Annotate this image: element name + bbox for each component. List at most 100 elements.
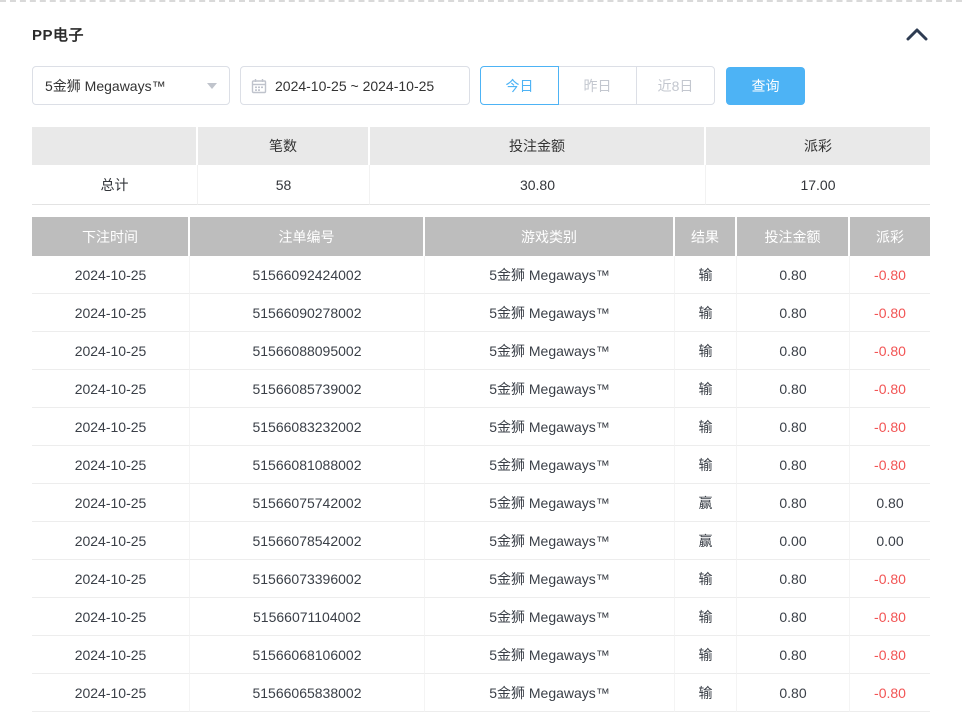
cell-result: 输	[675, 636, 737, 674]
summary-header-row: 笔数 投注金额 派彩	[32, 127, 930, 165]
table-row: 2024-10-25 51566085739002 5金狮 Megaways™ …	[32, 370, 930, 408]
cell-bet-time: 2024-10-25	[32, 294, 190, 332]
cell-bet-time: 2024-10-25	[32, 674, 190, 712]
summary-total-row: 总计 58 30.80 17.00	[32, 165, 930, 205]
cell-game-type: 5金狮 Megaways™	[425, 598, 675, 636]
cell-payout: 0.80	[850, 484, 930, 522]
cell-game-type: 5金狮 Megaways™	[425, 674, 675, 712]
yesterday-button[interactable]: 昨日	[558, 66, 637, 105]
chevron-up-icon	[906, 27, 928, 41]
cell-bet-amount: 0.80	[737, 484, 850, 522]
header-order-number: 注单编号	[190, 217, 425, 256]
table-row: 2024-10-25 51566081088002 5金狮 Megaways™ …	[32, 446, 930, 484]
cell-payout: -0.80	[850, 332, 930, 370]
cell-order-number: 51566090278002	[190, 294, 425, 332]
cell-payout: -0.80	[850, 674, 930, 712]
cell-result: 输	[675, 408, 737, 446]
cell-order-number: 51566078542002	[190, 522, 425, 560]
table-row: 2024-10-25 51566088095002 5金狮 Megaways™ …	[32, 332, 930, 370]
cell-order-number: 51566085739002	[190, 370, 425, 408]
search-button[interactable]: 查询	[726, 67, 805, 105]
cell-bet-time: 2024-10-25	[32, 522, 190, 560]
cell-order-number: 51566083232002	[190, 408, 425, 446]
bet-table-header-row: 下注时间 注单编号 游戏类别 结果 投注金额 派彩	[32, 217, 930, 256]
table-row: 2024-10-25 51566075742002 5金狮 Megaways™ …	[32, 484, 930, 522]
toolbar: 5金狮 Megaways™ 2024-10-25 ~ 2024-10-25	[32, 66, 930, 105]
cell-order-number: 51566088095002	[190, 332, 425, 370]
cell-payout: -0.80	[850, 560, 930, 598]
cell-order-number: 51566092424002	[190, 256, 425, 294]
cell-bet-time: 2024-10-25	[32, 408, 190, 446]
cell-result: 赢	[675, 484, 737, 522]
cell-game-type: 5金狮 Megaways™	[425, 370, 675, 408]
cell-game-type: 5金狮 Megaways™	[425, 332, 675, 370]
cell-payout: 0.00	[850, 522, 930, 560]
game-select-value: 5金狮 Megaways™	[45, 76, 199, 96]
date-range-input[interactable]: 2024-10-25 ~ 2024-10-25	[240, 66, 470, 105]
table-row: 2024-10-25 51566090278002 5金狮 Megaways™ …	[32, 294, 930, 332]
cell-bet-amount: 0.80	[737, 408, 850, 446]
cell-result: 输	[675, 370, 737, 408]
cell-payout: -0.80	[850, 598, 930, 636]
cell-bet-amount: 0.00	[737, 522, 850, 560]
cell-bet-amount: 0.80	[737, 560, 850, 598]
panel-header: PP电子	[32, 22, 930, 46]
cell-game-type: 5金狮 Megaways™	[425, 408, 675, 446]
game-select[interactable]: 5金狮 Megaways™	[32, 66, 230, 105]
header-payout: 派彩	[850, 217, 930, 256]
cell-bet-time: 2024-10-25	[32, 598, 190, 636]
cell-bet-time: 2024-10-25	[32, 484, 190, 522]
cell-bet-amount: 0.80	[737, 256, 850, 294]
today-button[interactable]: 今日	[480, 66, 559, 105]
last-8-days-button[interactable]: 近8日	[636, 66, 715, 105]
cell-bet-time: 2024-10-25	[32, 256, 190, 294]
cell-result: 输	[675, 560, 737, 598]
table-row: 2024-10-25 51566068106002 5金狮 Megaways™ …	[32, 636, 930, 674]
table-row: 2024-10-25 51566083232002 5金狮 Megaways™ …	[32, 408, 930, 446]
cell-bet-amount: 0.80	[737, 636, 850, 674]
cell-result: 输	[675, 446, 737, 484]
cell-bet-amount: 0.80	[737, 674, 850, 712]
cell-bet-time: 2024-10-25	[32, 332, 190, 370]
date-range-value: 2024-10-25 ~ 2024-10-25	[275, 78, 434, 94]
summary-total-payout: 17.00	[706, 165, 930, 205]
table-row: 2024-10-25 51566073396002 5金狮 Megaways™ …	[32, 560, 930, 598]
cell-order-number: 51566073396002	[190, 560, 425, 598]
header-result: 结果	[675, 217, 737, 256]
cell-game-type: 5金狮 Megaways™	[425, 522, 675, 560]
cell-result: 输	[675, 598, 737, 636]
cell-game-type: 5金狮 Megaways™	[425, 636, 675, 674]
caret-down-icon	[207, 83, 217, 89]
cell-result: 输	[675, 332, 737, 370]
summary-header-blank	[32, 127, 198, 165]
cell-payout: -0.80	[850, 446, 930, 484]
table-row: 2024-10-25 51566071104002 5金狮 Megaways™ …	[32, 598, 930, 636]
summary-header-payout: 派彩	[706, 127, 930, 165]
cell-bet-amount: 0.80	[737, 446, 850, 484]
cell-order-number: 51566081088002	[190, 446, 425, 484]
collapse-button[interactable]	[904, 23, 930, 45]
cell-result: 赢	[675, 522, 737, 560]
cell-game-type: 5金狮 Megaways™	[425, 256, 675, 294]
cell-bet-amount: 0.80	[737, 370, 850, 408]
cell-bet-amount: 0.80	[737, 332, 850, 370]
cell-bet-time: 2024-10-25	[32, 636, 190, 674]
header-game-type: 游戏类别	[425, 217, 675, 256]
summary-total-bet: 30.80	[370, 165, 706, 205]
cell-bet-time: 2024-10-25	[32, 446, 190, 484]
table-row: 2024-10-25 51566065838002 5金狮 Megaways™ …	[32, 674, 930, 712]
cell-bet-time: 2024-10-25	[32, 370, 190, 408]
cell-game-type: 5金狮 Megaways™	[425, 560, 675, 598]
header-bet-amount: 投注金额	[737, 217, 850, 256]
cell-payout: -0.80	[850, 408, 930, 446]
table-row: 2024-10-25 51566092424002 5金狮 Megaways™ …	[32, 256, 930, 294]
cell-bet-amount: 0.80	[737, 598, 850, 636]
cell-payout: -0.80	[850, 636, 930, 674]
panel-title: PP电子	[32, 24, 84, 45]
cell-result: 输	[675, 294, 737, 332]
cell-result: 输	[675, 256, 737, 294]
quick-range-group: 今日 昨日 近8日	[480, 66, 715, 105]
bet-records-table: 下注时间 注单编号 游戏类别 结果 投注金额 派彩 2024-10-25 515…	[32, 217, 930, 712]
cell-result: 输	[675, 674, 737, 712]
calendar-icon	[251, 78, 267, 94]
